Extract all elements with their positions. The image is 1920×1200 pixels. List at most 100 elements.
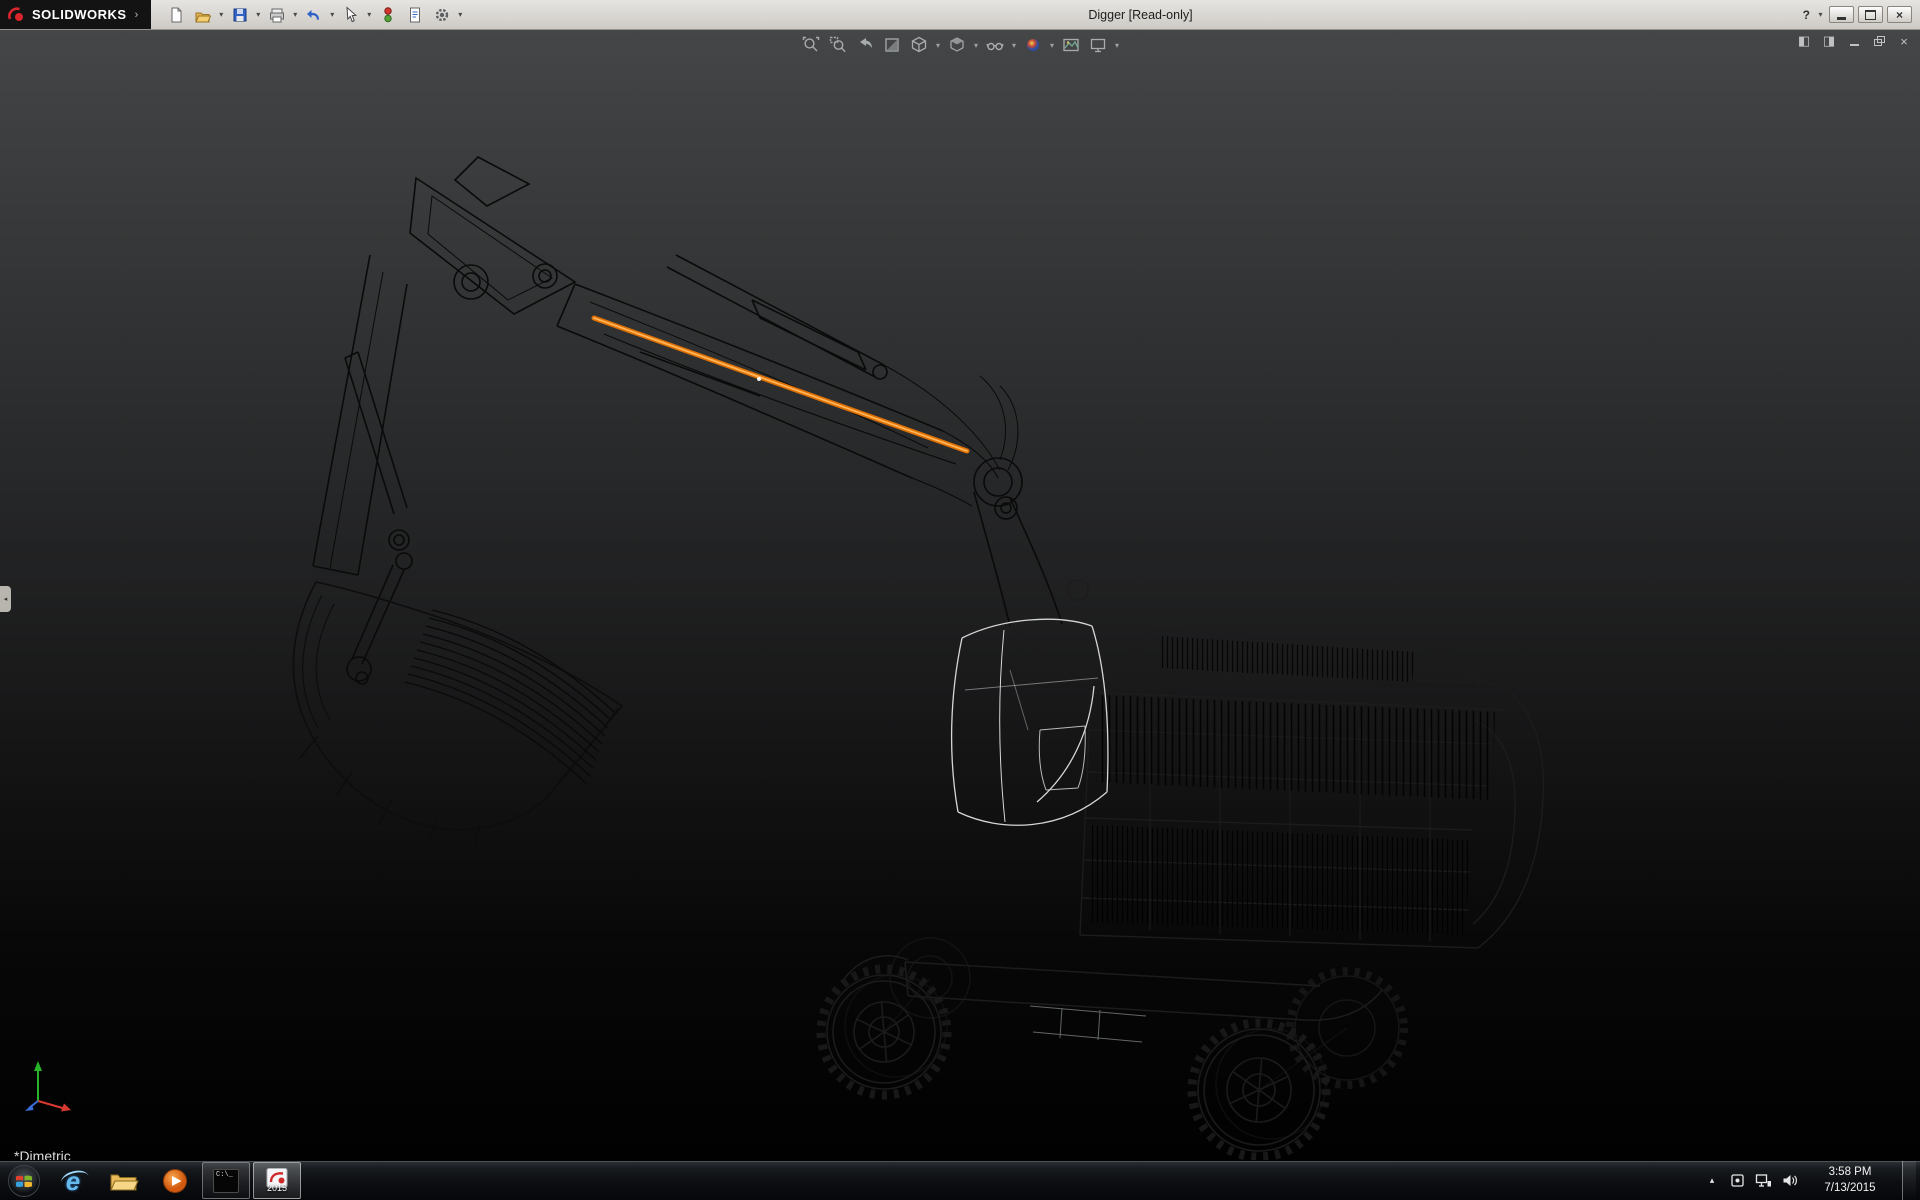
screen: SOLIDWORKS › ▾ bbox=[0, 0, 1920, 1200]
view-orientation-cube-icon bbox=[910, 36, 928, 54]
apply-scene-button[interactable] bbox=[1059, 33, 1083, 57]
save-icon bbox=[231, 6, 249, 24]
cab[interactable] bbox=[952, 619, 1108, 825]
3ds-logo-icon bbox=[6, 5, 26, 25]
selected-edge[interactable] bbox=[594, 318, 967, 451]
select-button[interactable] bbox=[338, 3, 364, 27]
solidworks-logo[interactable]: SOLIDWORKS › bbox=[0, 0, 151, 29]
taskbar-internet-explorer[interactable]: e bbox=[49, 1162, 97, 1199]
doc-close-button[interactable]: × bbox=[1896, 32, 1912, 50]
windows-taskbar: e C:\_ bbox=[0, 1160, 1920, 1200]
boom-arm[interactable] bbox=[313, 157, 1062, 684]
pane-left-button[interactable]: ◧ bbox=[1796, 32, 1812, 50]
rebuild-traffic-light-icon bbox=[379, 6, 397, 24]
reference-triad bbox=[24, 1057, 76, 1120]
section-view-button[interactable] bbox=[880, 33, 904, 57]
windows-start-icon bbox=[7, 1164, 41, 1198]
feature-panel-collapse-tab[interactable]: ◂ bbox=[0, 586, 11, 612]
taskbar-solidworks[interactable]: 2015 bbox=[253, 1162, 301, 1199]
appearance-ball-icon bbox=[1024, 36, 1042, 54]
dropdown-caret-icon[interactable]: ▾ bbox=[291, 10, 300, 19]
edit-appearance-button[interactable] bbox=[1021, 33, 1045, 57]
zoom-to-fit-button[interactable] bbox=[799, 33, 823, 57]
print-button[interactable] bbox=[264, 3, 290, 27]
z-axis-icon bbox=[25, 1105, 34, 1112]
doc-minimize-button[interactable] bbox=[1846, 32, 1862, 50]
dropdown-caret-icon[interactable]: ▾ bbox=[456, 10, 465, 19]
network-button[interactable] bbox=[1755, 1173, 1772, 1188]
app-titlebar: SOLIDWORKS › ▾ bbox=[0, 0, 1920, 30]
dropdown-caret-icon[interactable]: ▾ bbox=[217, 10, 226, 19]
dropdown-caret-icon[interactable]: ▾ bbox=[1048, 41, 1056, 50]
taskbar-clock[interactable]: 3:58 PM 7/13/2015 bbox=[1814, 1165, 1886, 1196]
dropdown-caret-icon[interactable]: ▾ bbox=[328, 10, 337, 19]
undo-icon bbox=[305, 6, 323, 24]
help-button[interactable]: ? bbox=[1803, 8, 1810, 22]
dropdown-caret-icon[interactable]: ▾ bbox=[1010, 41, 1018, 50]
menu-expand-icon[interactable]: › bbox=[135, 9, 139, 21]
new-document-button[interactable] bbox=[163, 3, 189, 27]
doc-restore-button[interactable] bbox=[1871, 32, 1887, 50]
save-button[interactable] bbox=[227, 3, 253, 27]
dropdown-caret-icon[interactable]: ▾ bbox=[254, 10, 263, 19]
file-properties-button[interactable] bbox=[402, 3, 428, 27]
rebuild-button[interactable] bbox=[375, 3, 401, 27]
undo-button[interactable] bbox=[301, 3, 327, 27]
wheel-front-left[interactable] bbox=[821, 969, 947, 1095]
view-orientation-button[interactable] bbox=[907, 33, 931, 57]
dropdown-caret-icon[interactable]: ▾ bbox=[365, 10, 374, 19]
clock-time: 3:58 PM bbox=[1814, 1165, 1886, 1181]
apply-scene-icon bbox=[1062, 36, 1080, 54]
show-desktop-button[interactable] bbox=[1902, 1161, 1916, 1200]
wheel-rear-left[interactable] bbox=[1192, 1023, 1326, 1157]
internet-explorer-icon: e bbox=[66, 1168, 80, 1194]
upper-body[interactable] bbox=[1008, 580, 1543, 948]
graphics-viewport[interactable]: ▾ ▾ ▾ bbox=[0, 30, 1920, 1160]
tray-app-button[interactable] bbox=[1730, 1173, 1745, 1188]
minimize-button[interactable] bbox=[1829, 6, 1854, 23]
close-icon: × bbox=[1896, 9, 1903, 21]
pane-right-button[interactable]: ◨ bbox=[1821, 32, 1837, 50]
print-icon bbox=[268, 6, 286, 24]
show-hidden-icons-button[interactable]: ▴ bbox=[1704, 1175, 1720, 1186]
taskbar-command-prompt[interactable]: C:\_ bbox=[202, 1162, 250, 1199]
hide-show-items-button[interactable] bbox=[983, 33, 1007, 57]
volume-button[interactable] bbox=[1782, 1173, 1798, 1188]
maximize-button[interactable] bbox=[1858, 6, 1883, 23]
section-view-icon bbox=[883, 36, 901, 54]
open-button[interactable] bbox=[190, 3, 216, 27]
options-button[interactable] bbox=[429, 3, 455, 27]
dropdown-caret-icon[interactable]: ▾ bbox=[934, 41, 942, 50]
network-icon bbox=[1755, 1173, 1772, 1188]
bucket[interactable] bbox=[293, 582, 622, 850]
taskbar-media-player[interactable] bbox=[151, 1162, 199, 1199]
model-wireframe-digger[interactable] bbox=[0, 30, 1920, 1160]
close-icon: × bbox=[1900, 34, 1908, 49]
system-tray: ▴ 3:58 PM 7/13/2015 bbox=[1704, 1161, 1920, 1200]
restore-icon bbox=[1874, 36, 1885, 46]
help-caret-icon[interactable]: ▾ bbox=[1816, 10, 1825, 19]
zoom-to-area-button[interactable] bbox=[826, 33, 850, 57]
dropdown-caret-icon[interactable]: ▾ bbox=[1113, 41, 1121, 50]
start-button[interactable] bbox=[3, 1161, 45, 1200]
file-properties-icon bbox=[406, 6, 424, 24]
y-axis-icon bbox=[34, 1061, 42, 1071]
previous-view-button[interactable] bbox=[853, 33, 877, 57]
chassis-highlight bbox=[1030, 1006, 1146, 1042]
taskbar-windows-explorer[interactable] bbox=[100, 1162, 148, 1199]
pane-right-icon: ◨ bbox=[1823, 33, 1835, 49]
open-folder-icon bbox=[194, 6, 212, 24]
view-settings-button[interactable] bbox=[1086, 33, 1110, 57]
dropdown-caret-icon[interactable]: ▾ bbox=[972, 41, 980, 50]
clock-date: 7/13/2015 bbox=[1814, 1181, 1886, 1197]
quick-access-toolbar: ▾ ▾ ▾ ▾ bbox=[163, 3, 465, 27]
collapse-arrow-icon: ◂ bbox=[4, 595, 8, 603]
window-title: Digger [Read-only] bbox=[1088, 8, 1192, 22]
close-button[interactable]: × bbox=[1887, 6, 1912, 23]
maximize-icon bbox=[1865, 10, 1876, 20]
new-document-icon bbox=[167, 6, 185, 24]
view-settings-icon bbox=[1089, 36, 1107, 54]
zoom-to-area-icon bbox=[829, 36, 847, 54]
display-style-button[interactable] bbox=[945, 33, 969, 57]
folder-icon bbox=[109, 1169, 139, 1193]
